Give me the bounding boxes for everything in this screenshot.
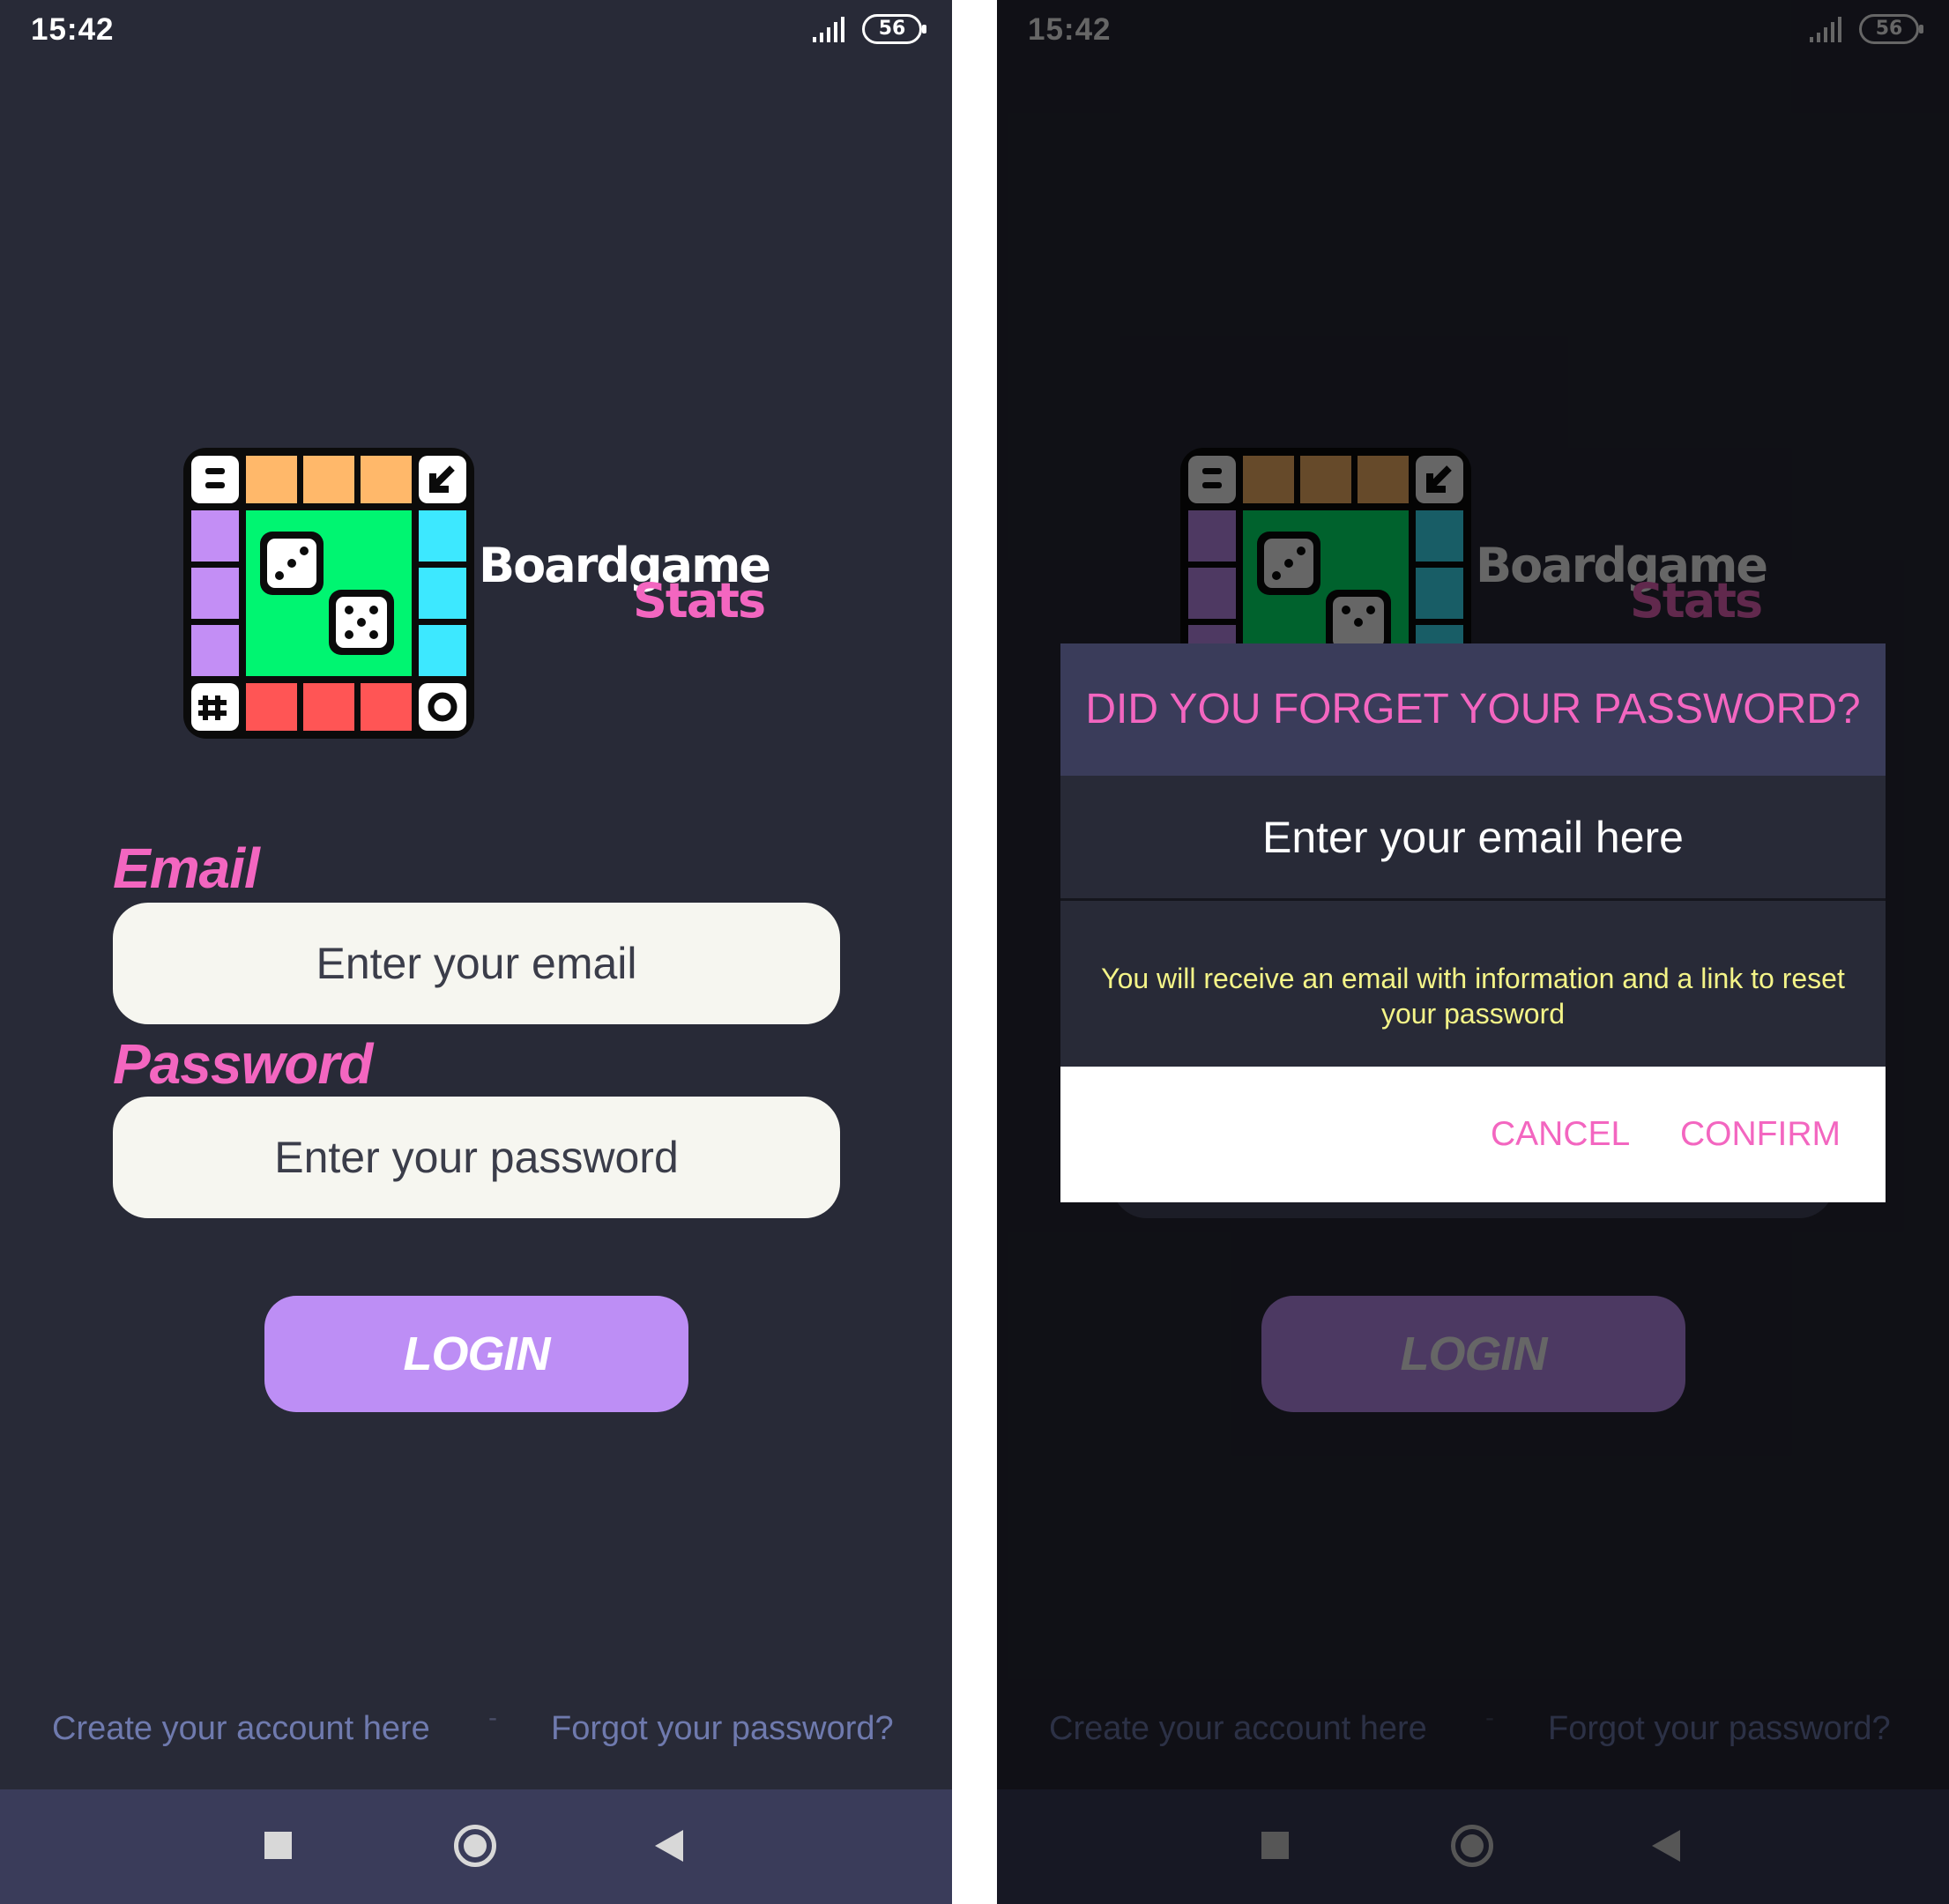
dialog-title: DID YOU FORGET YOUR PASSWORD? <box>1085 686 1861 733</box>
confirm-button[interactable]: CONFIRM <box>1680 1067 1841 1202</box>
forgot-password-dialog: DID YOU FORGET YOUR PASSWORD? You will r… <box>1060 643 1886 1202</box>
status-bar: 15:42 56 <box>0 0 952 63</box>
reset-email-input[interactable] <box>1060 776 1886 901</box>
battery-level: 56 <box>878 18 906 40</box>
create-account-link[interactable]: Create your account here <box>52 1710 430 1748</box>
back-icon[interactable] <box>655 1830 683 1862</box>
signal-icon <box>813 17 844 42</box>
dialog-header: DID YOU FORGET YOUR PASSWORD? <box>1060 643 1886 776</box>
dialog-actions: CANCEL CONFIRM <box>1060 1067 1886 1202</box>
status-time: 15:42 <box>31 12 115 47</box>
forgot-password-link[interactable]: Forgot your password? <box>551 1710 894 1748</box>
login-button[interactable]: LOGIN <box>264 1296 688 1412</box>
forgot-password-screen: 15:42 56 <box>997 0 1949 1904</box>
link-separator: - <box>488 1703 497 1732</box>
board-game-logo-icon <box>183 448 474 739</box>
battery-icon: 56 <box>862 14 926 44</box>
email-label: Email <box>113 837 260 900</box>
login-screen: 15:42 56 Boardgame Stats Email Enter you… <box>0 0 952 1904</box>
email-input[interactable] <box>113 903 840 1024</box>
cancel-button[interactable]: CANCEL <box>1491 1067 1630 1202</box>
navigation-bar <box>0 1789 952 1904</box>
home-icon[interactable] <box>454 1825 496 1867</box>
logo-text-stats: Stats <box>633 573 766 628</box>
password-label: Password <box>113 1032 373 1096</box>
recent-apps-icon[interactable] <box>264 1832 292 1859</box>
password-input[interactable] <box>113 1097 840 1218</box>
dialog-message: You will receive an email with informati… <box>1101 963 1845 1030</box>
